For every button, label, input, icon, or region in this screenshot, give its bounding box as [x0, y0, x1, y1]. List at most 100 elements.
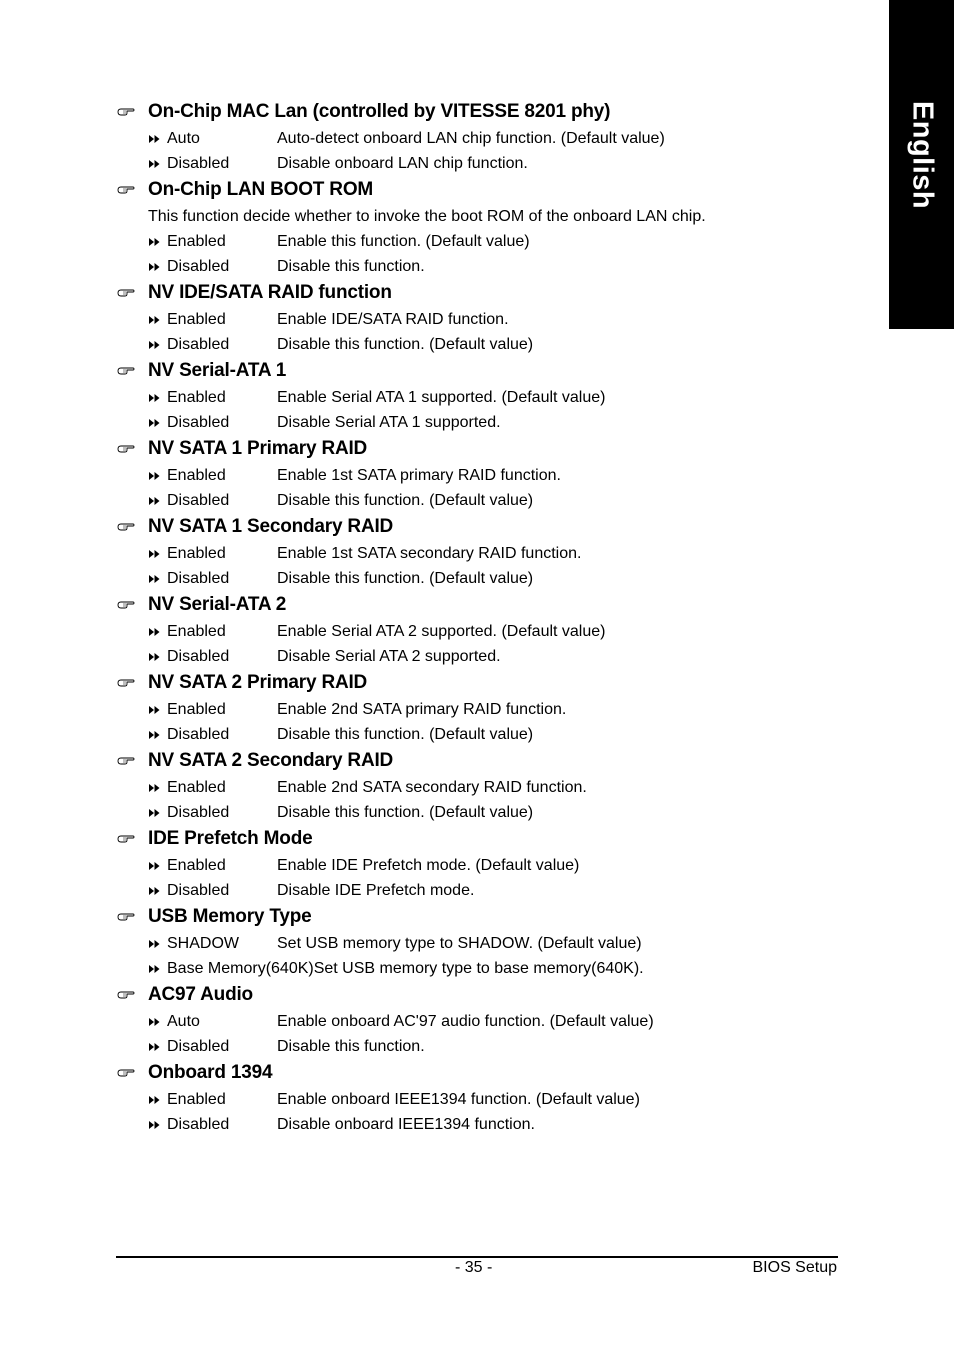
setting-title: IDE Prefetch Mode — [148, 828, 313, 849]
double-arrow-right-icon — [148, 886, 167, 896]
option-value: Enabled — [167, 856, 226, 874]
setting-title: NV Serial-ATA 2 — [148, 594, 287, 615]
pointing-hand-icon — [117, 1068, 148, 1078]
setting-title-row: NV SATA 1 Secondary RAID — [117, 513, 857, 541]
setting-section: USB Memory Type SHADOW Set USB memory type… — [117, 903, 857, 981]
option-value: Auto — [167, 1012, 200, 1030]
option-value: Enabled — [167, 1090, 226, 1108]
option-value: Disabled — [167, 569, 230, 587]
option-value: Disabled — [167, 803, 230, 821]
option-description: Disable onboard IEEE1394 function. — [277, 1115, 535, 1133]
option-row: SHADOW Set USB memory type to SHADOW. (De… — [117, 931, 857, 956]
option-row: Enabled Enable IDE Prefetch mode. (Defaul… — [117, 853, 857, 878]
option-row: Enabled Enable 2nd SATA secondary RAID fu… — [117, 775, 857, 800]
option-row: Enabled Enable 2nd SATA primary RAID func… — [117, 697, 857, 722]
option-value: Disabled — [167, 1037, 230, 1055]
double-arrow-right-icon — [148, 159, 167, 169]
option-description: Disable this function. (Default value) — [277, 335, 534, 353]
option-description: Disable this function. — [277, 1037, 425, 1055]
setting-section: NV SATA 1 Secondary RAID Enabled Enable 1s… — [117, 513, 857, 591]
option-row: Enabled Enable this function. (Default va… — [117, 229, 857, 254]
option-row: Disabled Disable this function. — [117, 1034, 857, 1059]
double-arrow-right-icon — [148, 964, 167, 974]
option-row: Disabled Disable this function. (Default … — [117, 332, 857, 357]
setting-title-row: USB Memory Type — [117, 903, 857, 931]
option-row: Disabled Disable this function. (Default … — [117, 488, 857, 513]
setting-section: AC97 Audio Auto Enable onboard AC'97 audio… — [117, 981, 857, 1059]
pointing-hand-icon — [117, 678, 148, 688]
option-row: Enabled Enable 1st SATA secondary RAID fu… — [117, 541, 857, 566]
option-value: Disabled — [167, 1115, 230, 1133]
option-description: Enable IDE/SATA RAID function. — [277, 310, 509, 328]
option-description: Enable 1st SATA primary RAID function. — [277, 466, 561, 484]
option-description: Enable Serial ATA 1 supported. (Default … — [277, 388, 606, 406]
option-value: Disabled — [167, 647, 230, 665]
double-arrow-right-icon — [148, 1017, 167, 1027]
pointing-hand-icon — [117, 834, 148, 844]
option-description: Enable 2nd SATA primary RAID function. — [277, 700, 567, 718]
setting-title-row: IDE Prefetch Mode — [117, 825, 857, 853]
option-row: Enabled Enable onboard IEEE1394 function.… — [117, 1087, 857, 1112]
option-row: Enabled Enable IDE/SATA RAID function. — [117, 307, 857, 332]
option-value: Base Memory(640K) — [167, 959, 314, 977]
double-arrow-right-icon — [148, 393, 167, 403]
double-arrow-right-icon — [148, 549, 167, 559]
option-row: Disabled Disable this function. — [117, 254, 857, 279]
option-value: Enabled — [167, 388, 226, 406]
setting-title: AC97 Audio — [148, 984, 253, 1005]
option-value: Disabled — [167, 257, 230, 275]
setting-title-row: On-Chip LAN BOOT ROM — [117, 176, 857, 204]
option-value: Enabled — [167, 778, 226, 796]
option-description: Set USB memory type to SHADOW. (Default … — [277, 934, 642, 952]
option-value: Enabled — [167, 310, 226, 328]
option-description: Disable this function. (Default value) — [277, 569, 534, 587]
language-side-tab: English — [889, 0, 954, 329]
option-row: Enabled Enable Serial ATA 2 supported. (D… — [117, 619, 857, 644]
option-row: Enabled Enable Serial ATA 1 supported. (D… — [117, 385, 857, 410]
option-description: Enable onboard IEEE1394 function. (Defau… — [277, 1090, 640, 1108]
setting-description: This function decide whether to invoke t… — [148, 208, 706, 225]
setting-title: NV SATA 2 Secondary RAID — [148, 750, 394, 771]
option-description: Set USB memory type to base memory(640K)… — [313, 959, 644, 977]
double-arrow-right-icon — [148, 496, 167, 506]
pointing-hand-icon — [117, 366, 148, 376]
bios-options-list: On-Chip MAC Lan (controlled by VITESSE 8… — [117, 98, 857, 1137]
setting-title: NV IDE/SATA RAID function — [148, 282, 392, 303]
option-row: Disabled Disable this function. (Default … — [117, 800, 857, 825]
option-value: Disabled — [167, 413, 230, 431]
option-value: Enabled — [167, 544, 226, 562]
option-value: Disabled — [167, 491, 230, 509]
setting-title: On-Chip MAC Lan (controlled by VITESSE 8… — [148, 101, 611, 122]
option-value: Enabled — [167, 622, 226, 640]
pointing-hand-icon — [117, 288, 148, 298]
option-row: Disabled Disable this function. (Default … — [117, 566, 857, 591]
option-value: Enabled — [167, 466, 226, 484]
pointing-hand-icon — [117, 912, 148, 922]
option-value: Auto — [167, 129, 200, 147]
option-row: Auto Enable onboard AC'97 audio function.… — [117, 1009, 857, 1034]
double-arrow-right-icon — [148, 808, 167, 818]
option-description: Enable this function. (Default value) — [277, 232, 530, 250]
option-value: Disabled — [167, 881, 230, 899]
double-arrow-right-icon — [148, 237, 167, 247]
setting-title-row: NV SATA 2 Primary RAID — [117, 669, 857, 697]
option-description: Auto-detect onboard LAN chip function. (… — [277, 129, 665, 147]
option-description: Disable this function. (Default value) — [277, 725, 534, 743]
setting-title-row: NV Serial-ATA 1 — [117, 357, 857, 385]
double-arrow-right-icon — [148, 730, 167, 740]
pointing-hand-icon — [117, 522, 148, 532]
option-description: Enable 2nd SATA secondary RAID function. — [277, 778, 587, 796]
double-arrow-right-icon — [148, 1095, 167, 1105]
option-description: Enable 1st SATA secondary RAID function. — [277, 544, 582, 562]
double-arrow-right-icon — [148, 783, 167, 793]
setting-section: On-Chip MAC Lan (controlled by VITESSE 8… — [117, 98, 857, 176]
option-value: Disabled — [167, 154, 230, 172]
pointing-hand-icon — [117, 600, 148, 610]
option-row: Enabled Enable 1st SATA primary RAID func… — [117, 463, 857, 488]
pointing-hand-icon — [117, 185, 148, 195]
setting-section: NV SATA 2 Primary RAID Enabled Enable 2nd … — [117, 669, 857, 747]
double-arrow-right-icon — [148, 471, 167, 481]
double-arrow-right-icon — [148, 574, 167, 584]
option-row: Disabled Disable Serial ATA 2 supported. — [117, 644, 857, 669]
setting-title: NV SATA 1 Primary RAID — [148, 438, 368, 459]
